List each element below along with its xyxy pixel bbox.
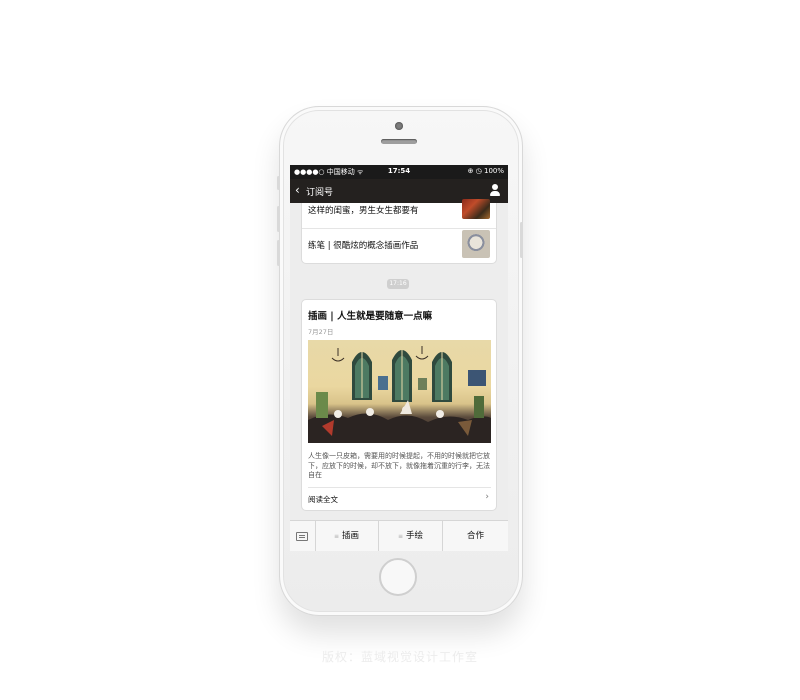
divider (308, 487, 491, 488)
nav-title[interactable]: 订阅号 (306, 185, 333, 198)
arched-windows (352, 350, 452, 402)
phone-screen: ●●●●○ 中国移动 ᯤ 17:54 ⊕ ◷ 100% ‹ 订阅号 这样的闺蜜，… (290, 165, 508, 551)
article-description: 人生像一只皮箱，需要用的时候提起，不用的时候就把它放下，应放下的时候，却不放下，… (308, 452, 490, 479)
list-item-title: 练笔 | 很酷炫的概念插画作品 (308, 241, 419, 251)
list-item-title: 这样的闺蜜，男生女生都要有 (308, 206, 419, 216)
battery-indicator: ⊕ ◷ 100% (467, 167, 504, 175)
wall-painting (468, 370, 486, 386)
list-item[interactable]: 练笔 | 很酷炫的概念插画作品 (302, 228, 496, 259)
bottom-menu-bar: ≡ 插画 ≡ 手绘 合作 (290, 520, 508, 551)
menu-item-label: 手绘 (406, 531, 424, 541)
home-button[interactable] (379, 558, 417, 596)
read-full-article-link[interactable]: 阅读全文 (308, 494, 338, 505)
chandeliers (331, 346, 429, 362)
power-button (520, 222, 523, 258)
front-camera (395, 122, 403, 130)
list-item[interactable]: 这样的闺蜜，男生女生都要有 (302, 199, 496, 229)
menu-list-icon: ≡ (397, 533, 403, 540)
volume-down-button (277, 240, 280, 266)
article-title: 插画 | 人生就是要随意一点嘛 (308, 311, 433, 322)
earpiece-speaker (381, 139, 417, 144)
article-cover-illustration (308, 340, 491, 443)
user-icon-head (492, 184, 498, 190)
menu-item-illustration[interactable]: ≡ 插画 (315, 521, 379, 551)
keyboard-toggle-button[interactable] (290, 521, 316, 551)
menu-list-icon: ≡ (333, 533, 339, 540)
status-bar: ●●●●○ 中国移动 ᯤ 17:54 ⊕ ◷ 100% (290, 165, 508, 179)
watermark-caption: 版权：蓝域视觉设计工作室 (321, 650, 478, 664)
menu-item-label: 合作 (466, 531, 484, 541)
user-profile-icon[interactable] (490, 184, 500, 197)
list-item-thumbnail (462, 230, 490, 258)
article-card[interactable]: 插画 | 人生就是要随意一点嘛 7月27日 人生像一只皮箱，需要用的时候提起，不… (301, 299, 497, 511)
mute-switch (277, 176, 280, 190)
chevron-right-icon[interactable]: › (485, 492, 489, 502)
user-icon-body (490, 191, 500, 196)
wall-painting (418, 378, 427, 390)
message-timestamp: 17:16 (387, 279, 409, 289)
volume-up-button (277, 206, 280, 232)
article-date: 7月27日 (308, 328, 334, 336)
keyboard-icon (296, 532, 308, 541)
cover-artwork (308, 346, 491, 443)
menu-item-label: 插画 (342, 531, 360, 541)
chevron-left-icon[interactable]: ‹ (295, 183, 300, 197)
wall-painting (378, 376, 388, 390)
article-list-card: 这样的闺蜜，男生女生都要有 练笔 | 很酷炫的概念插画作品 (301, 199, 497, 264)
menu-item-cooperation[interactable]: 合作 (443, 521, 508, 551)
list-item-thumbnail (462, 199, 490, 219)
menu-item-handdrawn[interactable]: ≡ 手绘 (379, 521, 443, 551)
